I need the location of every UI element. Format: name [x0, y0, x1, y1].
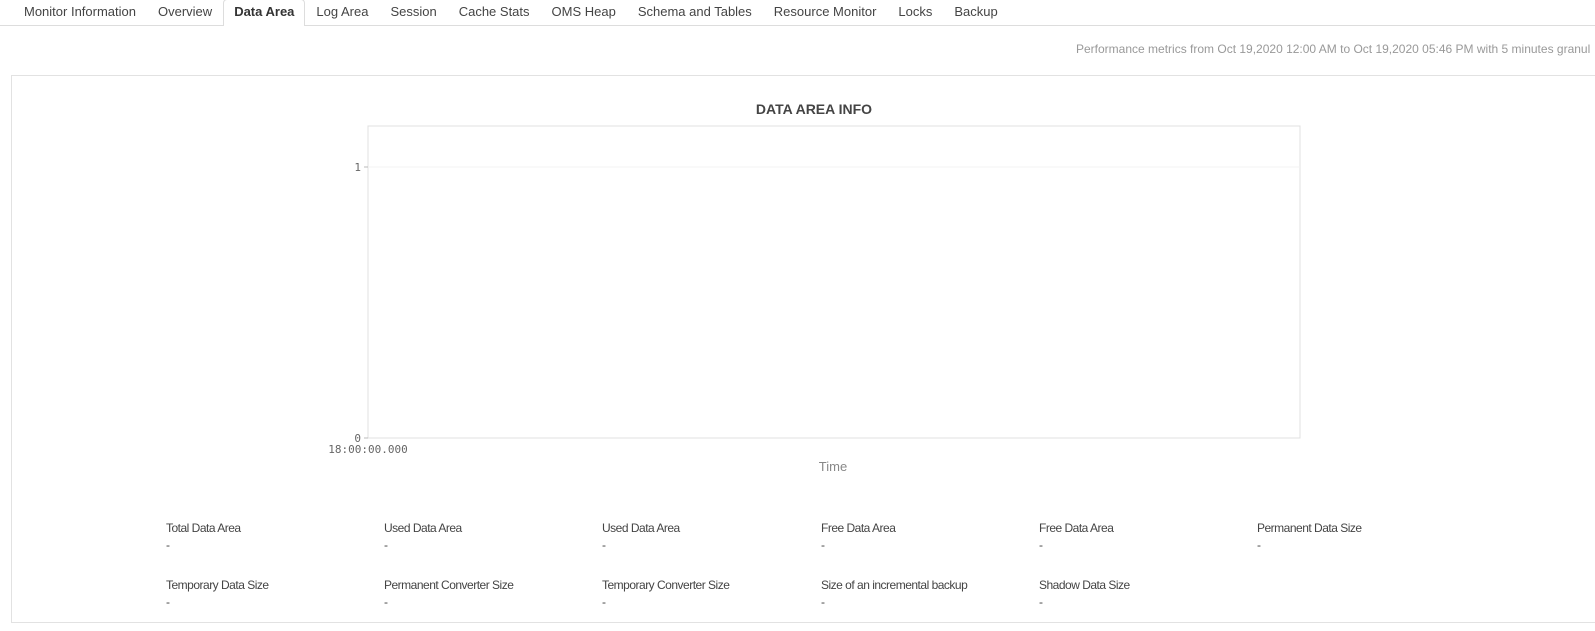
- stat-value: -: [602, 538, 606, 552]
- stat-used-data-area: Used Data Area -: [384, 521, 584, 552]
- stat-label: Used Data Area: [602, 521, 680, 535]
- stat-free-data-area: Free Data Area -: [821, 521, 1021, 552]
- stat-free-data-area-2: Free Data Area -: [1039, 521, 1239, 552]
- stat-label: Total Data Area: [166, 521, 241, 535]
- stat-incremental-backup-size: Size of an incremental backup -: [821, 578, 1021, 609]
- stat-used-data-area-2: Used Data Area -: [602, 521, 802, 552]
- stat-label: Permanent Data Size: [1257, 521, 1362, 535]
- stat-value: -: [821, 595, 825, 609]
- stat-value: -: [384, 538, 388, 552]
- stat-value: -: [166, 538, 170, 552]
- stat-label: Temporary Data Size: [166, 578, 269, 592]
- stat-temporary-converter-size: Temporary Converter Size -: [602, 578, 802, 609]
- y-tick-label: 1: [354, 161, 361, 174]
- stat-value: -: [821, 538, 825, 552]
- stat-permanent-data-size: Permanent Data Size -: [1257, 521, 1457, 552]
- stat-value: -: [166, 595, 170, 609]
- stat-value: -: [384, 595, 388, 609]
- stat-temporary-data-size: Temporary Data Size -: [166, 578, 366, 609]
- stat-label: Shadow Data Size: [1039, 578, 1130, 592]
- chart-title: DATA AREA INFO: [756, 101, 872, 117]
- plot-area: [367, 125, 1301, 439]
- stat-label: Permanent Converter Size: [384, 578, 514, 592]
- stat-label: Size of an incremental backup: [821, 578, 968, 592]
- stat-label: Free Data Area: [1039, 521, 1114, 535]
- stat-total-data-area: Total Data Area -: [166, 521, 366, 552]
- stat-value: -: [1039, 595, 1043, 609]
- stat-permanent-converter-size: Permanent Converter Size -: [384, 578, 584, 609]
- x-axis-title: Time: [819, 459, 847, 474]
- stat-shadow-data-size: Shadow Data Size -: [1039, 578, 1239, 609]
- stat-value: -: [602, 595, 606, 609]
- stat-label: Temporary Converter Size: [602, 578, 730, 592]
- stat-value: -: [1257, 538, 1261, 552]
- x-axis: 18:00:00.000: [328, 443, 407, 456]
- stat-label: Free Data Area: [821, 521, 896, 535]
- x-tick-label: 18:00:00.000: [328, 443, 407, 456]
- stat-value: -: [1039, 538, 1043, 552]
- stat-label: Used Data Area: [384, 521, 462, 535]
